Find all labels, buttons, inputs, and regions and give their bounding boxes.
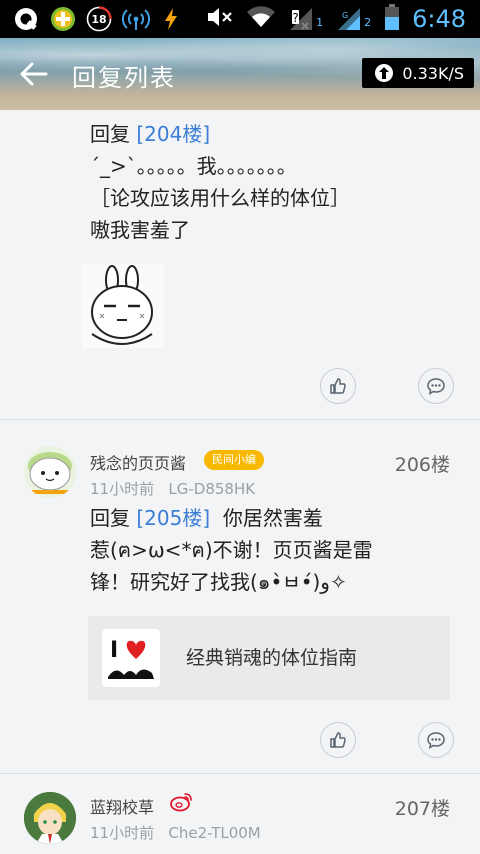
notification-18-icon: 18	[86, 6, 112, 32]
flash-icon	[160, 6, 182, 32]
app-header: 回复列表 0.33K/S	[0, 38, 480, 110]
reply-text-line: ´_>`。。。。。我。。。。。。。	[90, 154, 297, 178]
reply-text-line: 嗷我害羞了	[90, 218, 190, 242]
floor-reference-link[interactable]: [205楼]	[136, 506, 210, 530]
comment-bubble-icon	[427, 732, 445, 749]
reply-item: 残念的页页酱 民间小编 11小时前 LG-D858HK 206楼	[0, 420, 480, 774]
reply-item: 回复 [204楼] ´_>`。。。。。我。。。。。。。 ［论攻应该用什么样的体位…	[0, 110, 480, 420]
back-button[interactable]	[18, 60, 50, 88]
comment-button[interactable]	[418, 722, 454, 758]
post-time: 11小时前	[90, 824, 155, 842]
post-device: LG-D858HK	[168, 480, 256, 498]
thumbs-up-icon	[330, 378, 346, 394]
reply-text-line: 回复 [204楼]	[90, 118, 210, 150]
like-button[interactable]	[320, 368, 356, 404]
q-circle-icon	[12, 6, 40, 32]
sim2-signal-icon: G 2	[336, 6, 372, 32]
sim1-label: 1	[316, 16, 324, 29]
network-speed-widget: 0.33K/S	[362, 58, 474, 88]
like-button[interactable]	[320, 722, 356, 758]
status-badge: 民间小编	[204, 450, 264, 470]
battery-icon	[384, 3, 400, 35]
network-speed: 0.33K/S	[402, 63, 464, 83]
weibo-icon	[170, 792, 194, 816]
reply-prefix: 回复	[90, 506, 137, 530]
wifi-tether-icon	[122, 6, 150, 32]
post-meta: 11小时前 Che2-TL00M	[90, 822, 261, 843]
post-time: 11小时前	[90, 480, 155, 498]
reply-item: 蓝翔校草 11小时前 Che2-TL00M 207楼	[0, 774, 480, 854]
reply-text-line: ［论攻应该用什么样的体位］	[90, 186, 350, 210]
comment-button[interactable]	[418, 368, 454, 404]
status-bar: 18 ? 1 G 2 6:48	[0, 0, 480, 38]
svg-text:G: G	[342, 11, 348, 20]
rabbit-sticker-image[interactable]	[82, 264, 164, 348]
page-title: 回复列表	[72, 64, 176, 92]
wifi-icon	[246, 5, 276, 33]
clock: 6:48	[412, 5, 466, 33]
reply-list[interactable]: 回复 [204楼] ´_>`。。。。。我。。。。。。。 ［论攻应该用什么样的体位…	[0, 110, 480, 854]
username[interactable]: 蓝翔校草	[90, 794, 154, 818]
reply-text: 你居然害羞	[222, 506, 323, 530]
gamepad-plus-icon	[50, 6, 76, 32]
avatar[interactable]	[24, 446, 76, 498]
sim2-label: 2	[364, 16, 372, 29]
thumbs-up-icon	[330, 732, 346, 748]
comment-bubble-icon	[427, 378, 445, 395]
reply-text-line: 回复 [205楼] 你居然害羞	[90, 502, 323, 534]
reply-prefix: 回复	[90, 122, 137, 146]
link-card[interactable]: I 经典销魂的体位指南	[88, 616, 450, 700]
post-device: Che2-TL00M	[168, 824, 261, 842]
speed-arrow-icon	[375, 64, 394, 82]
link-thumbnail: I	[102, 629, 160, 687]
link-title: 经典销魂的体位指南	[186, 647, 358, 669]
post-meta: 11小时前 LG-D858HK	[90, 478, 255, 499]
notification-count: 18	[91, 12, 107, 26]
avatar[interactable]	[24, 792, 76, 844]
sim1-signal-icon: ? 1	[288, 6, 324, 32]
floor-number: 207楼	[394, 798, 450, 820]
floor-number: 206楼	[394, 454, 450, 476]
svg-text:?: ?	[292, 11, 298, 25]
arrow-left-icon	[20, 62, 48, 86]
volume-mute-icon	[206, 5, 234, 33]
username[interactable]: 残念的页页酱	[90, 450, 186, 474]
svg-text:I: I	[110, 638, 118, 663]
floor-reference-link[interactable]: [204楼]	[136, 122, 210, 146]
